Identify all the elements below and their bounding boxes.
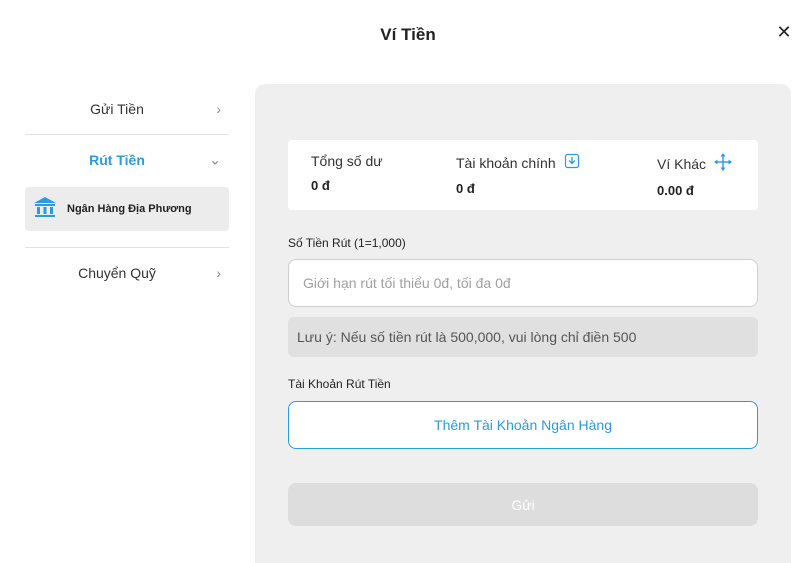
- balance-other-value: 0.00 đ: [657, 183, 694, 198]
- chevron-down-icon: ⌄: [209, 151, 221, 168]
- balance-main: Tài khoản chính 0 đ: [456, 153, 580, 196]
- withdraw-panel: Tổng số dư 0 đ Tài khoản chính 0 đ Ví Kh…: [255, 84, 791, 563]
- balance-total-value: 0 đ: [311, 178, 330, 193]
- sidebar-item-transfer[interactable]: Chuyển Quỹ ›: [25, 248, 229, 298]
- balance-main-value: 0 đ: [456, 181, 475, 196]
- balance-card: Tổng số dư 0 đ Tài khoản chính 0 đ Ví Kh…: [288, 140, 758, 210]
- balance-total: Tổng số dư 0 đ: [311, 153, 383, 193]
- move-arrows-icon[interactable]: [714, 153, 733, 174]
- sidebar-subitem-label: Ngân Hàng Địa Phương: [67, 203, 192, 215]
- balance-main-label: Tài khoản chính: [456, 154, 556, 171]
- amount-label: Số Tiền Rút (1=1,000): [288, 236, 406, 250]
- amount-input[interactable]: [288, 259, 758, 307]
- balance-main-label-row: Tài khoản chính: [456, 153, 580, 172]
- balance-other-label: Ví Khác: [657, 155, 707, 172]
- close-icon[interactable]: ✕: [776, 22, 792, 42]
- submit-button[interactable]: Gửi: [288, 483, 758, 526]
- bank-icon: [33, 195, 57, 224]
- modal-title: Ví Tiền: [380, 25, 436, 44]
- sidebar-item-label: Gửi Tiền: [90, 101, 144, 117]
- sidebar-item-deposit[interactable]: Gửi Tiền ›: [25, 84, 229, 134]
- sidebar-item-label: Chuyển Quỹ: [78, 265, 156, 281]
- account-label: Tài Khoản Rút Tiền: [288, 377, 391, 391]
- sidebar: Gửi Tiền › Rút Tiền ⌄ Ngân Hàng Địa Phươ…: [25, 84, 229, 298]
- sidebar-item-withdraw[interactable]: Rút Tiền ⌄: [25, 135, 229, 185]
- balance-other-label-row: Ví Khác: [657, 153, 733, 174]
- add-bank-account-button[interactable]: Thêm Tài Khoản Ngân Hàng: [288, 401, 758, 449]
- balance-total-label: Tổng số dư: [311, 153, 383, 169]
- wallet-modal: Ví Tiền ✕ Gửi Tiền › Rút Tiền ⌄ Ngân Hàn…: [0, 0, 800, 563]
- download-icon[interactable]: [564, 153, 580, 172]
- balance-other: Ví Khác 0.00 đ: [657, 153, 733, 198]
- sidebar-item-label: Rút Tiền: [89, 152, 145, 168]
- withdraw-note: Lưu ý: Nếu số tiền rút là 500,000, vui l…: [288, 317, 758, 357]
- chevron-right-icon: ›: [216, 101, 221, 117]
- chevron-right-icon: ›: [216, 265, 221, 281]
- sidebar-subitem-local-bank[interactable]: Ngân Hàng Địa Phương: [25, 187, 229, 231]
